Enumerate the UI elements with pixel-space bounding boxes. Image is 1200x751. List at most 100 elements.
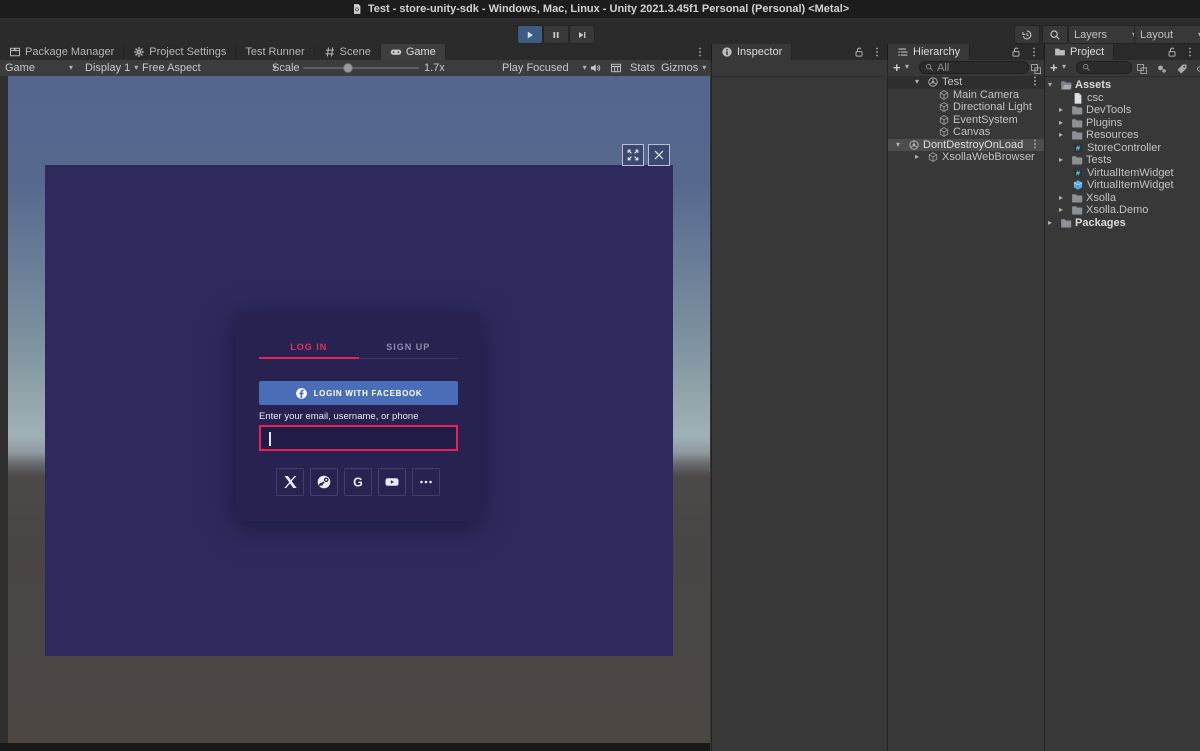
tab-label: Game: [406, 46, 436, 58]
step-button[interactable]: [569, 25, 595, 44]
open-in-search-icon[interactable]: [1135, 62, 1148, 75]
window-title: Test - store-unity-sdk - Windows, Mac, L…: [368, 3, 849, 15]
create-asset-button[interactable]: +: [1050, 60, 1058, 75]
tab-sign-up[interactable]: SIGN UP: [359, 340, 459, 359]
scale-slider-knob[interactable]: [343, 63, 353, 73]
search-icon: [1049, 29, 1061, 41]
game-mode-label: Game: [5, 62, 35, 74]
panel-menu-icon[interactable]: ⋮: [695, 47, 705, 58]
hierarchy-item-dontdestroyonload[interactable]: ▾ DontDestroyOnLoad ⋮: [888, 139, 1045, 152]
email-input[interactable]: [259, 425, 458, 451]
hierarchy-search-input[interactable]: All: [919, 61, 1029, 74]
play-focused-dropdown[interactable]: Play Focused▾: [502, 60, 587, 76]
expand-arrow-icon[interactable]: ▸: [1059, 129, 1070, 142]
collapse-arrow-icon[interactable]: ▾: [915, 76, 926, 89]
layers-dropdown[interactable]: Layers▾: [1068, 25, 1142, 44]
facebook-button-label: LOGIN WITH FACEBOOK: [314, 389, 423, 398]
social-more-button[interactable]: [412, 468, 440, 496]
item-menu-icon[interactable]: ⋮: [1030, 76, 1045, 89]
project-item-xsolla[interactable]: ▸Xsolla: [1045, 192, 1200, 205]
project-item-virtualitemwidget[interactable]: VirtualItemWidget: [1045, 179, 1200, 192]
project-item-virtualitemwidget[interactable]: #VirtualItemWidget: [1045, 167, 1200, 180]
social-google-button[interactable]: G: [344, 468, 372, 496]
search-button[interactable]: [1042, 25, 1068, 44]
play-button[interactable]: [517, 25, 543, 44]
tab-log-in[interactable]: LOG IN: [259, 340, 359, 359]
hidden-packages-eye-icon[interactable]: [1195, 62, 1200, 75]
expand-arrow-icon[interactable]: ▸: [1059, 192, 1070, 205]
project-item-storecontroller[interactable]: #StoreController: [1045, 142, 1200, 155]
hierarchy-item-directional-light[interactable]: Directional Light: [888, 101, 1045, 114]
item-label: EventSystem: [953, 114, 1018, 127]
tab-inspector[interactable]: Inspector: [712, 44, 792, 60]
collapse-arrow-icon[interactable]: ▾: [896, 139, 907, 152]
project-search-input[interactable]: [1076, 61, 1132, 74]
expand-arrow-icon[interactable]: ▸: [915, 151, 926, 164]
game-mode-dropdown[interactable]: Game▾: [5, 60, 73, 76]
search-by-label-icon[interactable]: [1175, 62, 1188, 75]
layout-dropdown[interactable]: Layout▾: [1134, 25, 1200, 44]
undo-history-button[interactable]: [1014, 25, 1040, 44]
gizmos-dropdown[interactable]: Gizmos▾: [661, 60, 706, 76]
social-steam-button[interactable]: [310, 468, 338, 496]
create-object-button[interactable]: +: [893, 60, 901, 75]
mute-audio-button[interactable]: [589, 60, 601, 76]
folder-icon: [1070, 154, 1083, 166]
project-item-resources[interactable]: ▸Resources: [1045, 129, 1200, 142]
item-label: DevTools: [1086, 104, 1131, 117]
hierarchy-item-eventsystem[interactable]: EventSystem: [888, 114, 1045, 127]
stats-toggle[interactable]: Stats: [630, 60, 655, 76]
hierarchy-item-test[interactable]: ▾Test⋮: [888, 76, 1045, 89]
close-dialog-button[interactable]: [648, 144, 670, 166]
unlock-icon[interactable]: [1166, 46, 1178, 58]
expand-arrow-icon[interactable]: ▸: [1059, 154, 1070, 167]
display-dropdown[interactable]: Display 1▾: [85, 60, 138, 76]
project-item-plugins[interactable]: ▸Plugins: [1045, 117, 1200, 130]
tab-package-manager[interactable]: Package Manager: [0, 44, 124, 60]
panel-menu-icon[interactable]: ⋮: [1185, 47, 1195, 58]
play-focused-label: Play Focused: [502, 62, 569, 74]
panel-menu-icon[interactable]: ⋮: [872, 47, 882, 58]
vsync-capture-button[interactable]: [610, 60, 622, 76]
fullscreen-button[interactable]: [622, 144, 644, 166]
project-item-assets[interactable]: ▾Assets: [1045, 79, 1200, 92]
project-tab-group: Project ⋮: [1044, 44, 1200, 60]
info-icon: [721, 46, 733, 58]
open-in-search-icon[interactable]: [1029, 62, 1042, 75]
unlock-icon[interactable]: [853, 46, 865, 58]
expand-arrow-icon[interactable]: ▸: [1059, 104, 1070, 117]
hierarchy-tab-label: Hierarchy: [913, 46, 960, 58]
scale-slider[interactable]: [303, 67, 419, 69]
project-item-xsolla-demo[interactable]: ▸Xsolla.Demo: [1045, 204, 1200, 217]
search-by-type-icon[interactable]: [1155, 62, 1168, 75]
aspect-dropdown[interactable]: Free Aspect▾: [142, 60, 277, 76]
pause-button[interactable]: [543, 25, 569, 44]
panel-menu-icon[interactable]: ⋮: [1029, 47, 1039, 58]
tab-hierarchy[interactable]: Hierarchy: [888, 44, 970, 60]
item-menu-icon[interactable]: ⋮: [1030, 139, 1045, 152]
project-item-csc[interactable]: csc: [1045, 92, 1200, 105]
speaker-icon: [589, 62, 601, 74]
item-label: DontDestroyOnLoad: [923, 139, 1023, 152]
unlock-icon[interactable]: [1010, 46, 1022, 58]
social-x-button[interactable]: [276, 468, 304, 496]
tab-project[interactable]: Project: [1045, 44, 1114, 60]
tab-game[interactable]: Game: [381, 44, 446, 60]
hierarchy-item-canvas[interactable]: Canvas: [888, 126, 1045, 139]
login-with-facebook-button[interactable]: LOGIN WITH FACEBOOK: [259, 381, 458, 405]
hierarchy-item-xsollawebbrowser[interactable]: ▸XsollaWebBrowser: [888, 151, 1045, 164]
expand-arrow-icon[interactable]: ▸: [1048, 217, 1059, 230]
project-item-devtools[interactable]: ▸ DevTools: [1045, 104, 1200, 117]
collapse-arrow-icon[interactable]: ▾: [1048, 79, 1059, 92]
project-item-packages[interactable]: ▸Packages: [1045, 217, 1200, 230]
tab-test-runner[interactable]: Test Runner: [236, 44, 314, 60]
expand-arrow-icon[interactable]: ▸: [1059, 204, 1070, 217]
hierarchy-item-main-camera[interactable]: Main Camera: [888, 89, 1045, 102]
hierarchy-panel: + ▾ All ▾Test⋮Main CameraDirectional Lig…: [887, 60, 1045, 751]
tab-scene[interactable]: Scene: [315, 44, 381, 60]
project-item-tests[interactable]: ▸Tests: [1045, 154, 1200, 167]
magnifier-icon: [1082, 63, 1091, 72]
expand-arrow-icon[interactable]: ▸: [1059, 117, 1070, 130]
social-youtube-button[interactable]: [378, 468, 406, 496]
tab-project-settings[interactable]: Project Settings: [124, 44, 236, 60]
